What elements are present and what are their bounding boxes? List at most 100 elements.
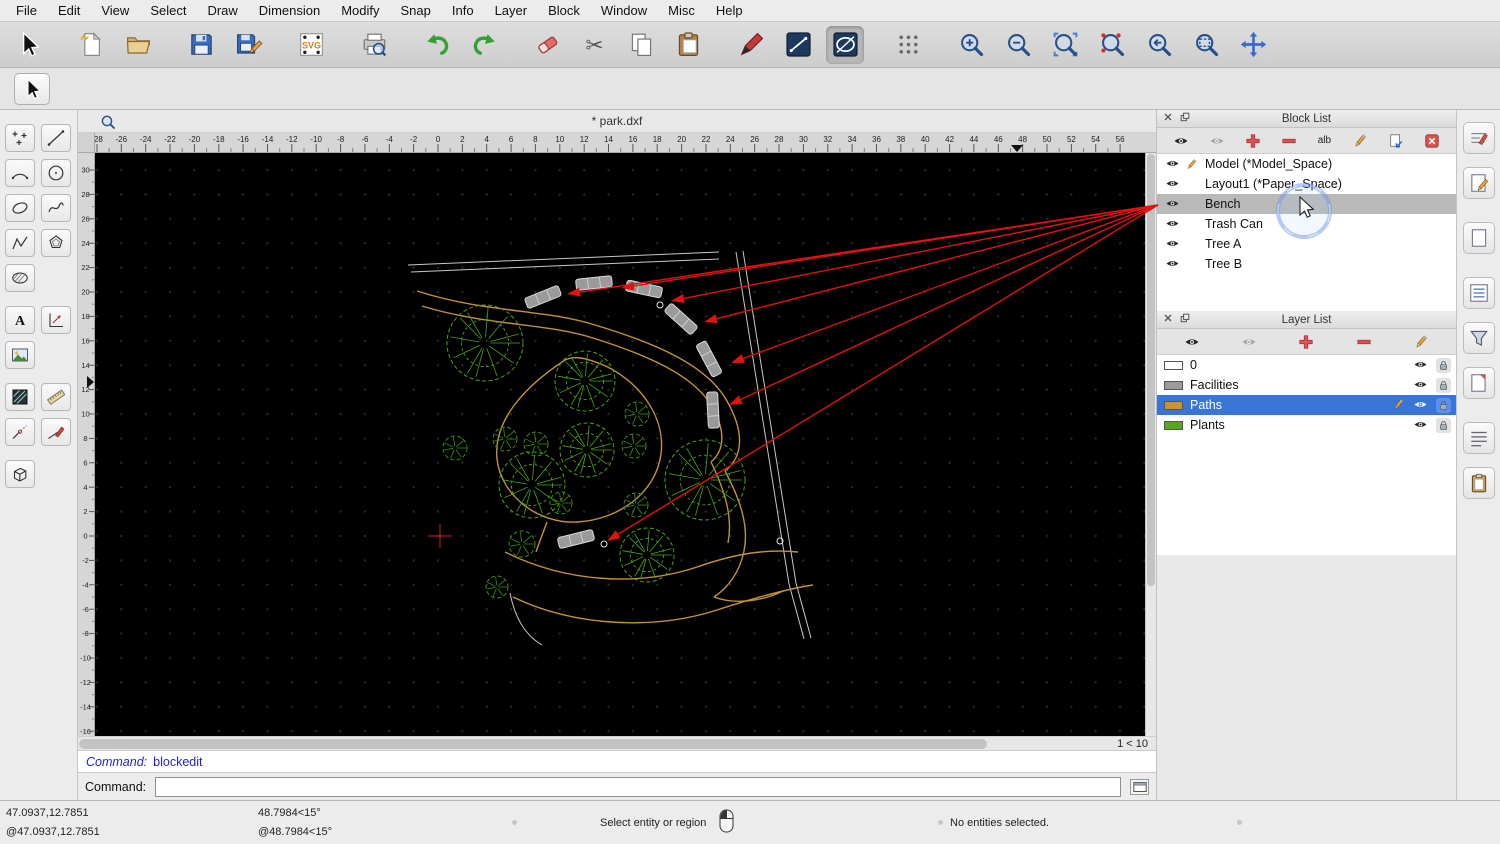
eye-icon[interactable] bbox=[1167, 131, 1195, 151]
points-tool-button[interactable] bbox=[5, 124, 35, 152]
redo-button[interactable] bbox=[465, 26, 503, 64]
selection-pointer-button[interactable] bbox=[14, 72, 50, 105]
print-preview-button[interactable] bbox=[355, 26, 393, 64]
vertical-scrollbar[interactable] bbox=[1145, 153, 1156, 736]
cut-button[interactable]: ✂ bbox=[575, 26, 613, 64]
layer-item-paths[interactable]: Paths bbox=[1157, 395, 1456, 415]
menu-file[interactable]: File bbox=[16, 3, 37, 18]
eye-icon[interactable] bbox=[1165, 218, 1182, 230]
plus-icon[interactable] bbox=[1292, 332, 1320, 352]
eye-icon[interactable] bbox=[1413, 419, 1429, 431]
eye-gray-icon[interactable] bbox=[1235, 332, 1263, 352]
delete-icon[interactable] bbox=[1418, 131, 1446, 151]
line-list-dock-button[interactable] bbox=[1462, 422, 1495, 454]
page-mark-dock-button[interactable] bbox=[1462, 367, 1495, 399]
menu-info[interactable]: Info bbox=[452, 3, 474, 18]
minus-icon[interactable] bbox=[1350, 332, 1378, 352]
lock-icon[interactable] bbox=[1436, 357, 1451, 373]
pencil-icon[interactable] bbox=[1407, 332, 1435, 352]
layer-item-facilities[interactable]: Facilities bbox=[1157, 375, 1456, 395]
menu-draw[interactable]: Draw bbox=[207, 3, 237, 18]
arc-tool-button[interactable] bbox=[5, 159, 35, 187]
eye-gray-icon[interactable] bbox=[1203, 131, 1231, 151]
line-attributes-button[interactable] bbox=[779, 26, 817, 64]
zoom-select-button[interactable] bbox=[1093, 26, 1131, 64]
close-panel-icon[interactable] bbox=[1163, 313, 1173, 326]
minus-icon[interactable] bbox=[1275, 131, 1303, 151]
eye-icon[interactable] bbox=[1165, 158, 1182, 170]
menu-misc[interactable]: Misc bbox=[668, 3, 695, 18]
polyline-tool-button[interactable] bbox=[5, 229, 35, 257]
eye-icon[interactable] bbox=[1413, 399, 1429, 411]
hatch-ellipse-tool-button[interactable] bbox=[5, 264, 35, 292]
lock-icon[interactable] bbox=[1436, 397, 1451, 413]
save-button[interactable] bbox=[182, 26, 220, 64]
paste-button[interactable] bbox=[669, 26, 707, 64]
cursor-button[interactable] bbox=[9, 26, 47, 64]
plus-icon[interactable] bbox=[1239, 131, 1267, 151]
divide-tool-button[interactable] bbox=[5, 418, 35, 446]
property-list-dock-button[interactable] bbox=[1462, 277, 1495, 309]
page-edit-dock-button[interactable] bbox=[1462, 167, 1495, 199]
line-tool-button[interactable] bbox=[41, 124, 71, 152]
text-tool-button[interactable]: A bbox=[5, 306, 35, 334]
undo-button[interactable] bbox=[418, 26, 456, 64]
insert-block-icon[interactable] bbox=[1382, 131, 1410, 151]
layer-item-0[interactable]: 0 bbox=[1157, 355, 1456, 375]
spline-tool-button[interactable] bbox=[41, 194, 71, 222]
menu-select[interactable]: Select bbox=[150, 3, 186, 18]
eye-icon[interactable] bbox=[1165, 238, 1182, 250]
pen-lines-dock-button[interactable] bbox=[1462, 122, 1495, 154]
block-list-item-layout1-paper-space[interactable]: Layout1 (*Paper_Space) bbox=[1157, 174, 1456, 194]
ellipse-tool-button[interactable] bbox=[5, 194, 35, 222]
command-input[interactable] bbox=[155, 776, 1121, 797]
alb-icon[interactable]: alb bbox=[1310, 131, 1338, 151]
hatch-tool-button[interactable] bbox=[5, 383, 35, 411]
eye-icon[interactable] bbox=[1165, 258, 1182, 270]
blank-page-dock-button[interactable] bbox=[1462, 222, 1495, 254]
menu-dimension[interactable]: Dimension bbox=[259, 3, 320, 18]
eraser-button[interactable] bbox=[528, 26, 566, 64]
menu-snap[interactable]: Snap bbox=[401, 3, 431, 18]
float-panel-icon[interactable] bbox=[1180, 112, 1190, 125]
block-list-item-trash-can[interactable]: Trash Can bbox=[1157, 214, 1456, 234]
redline-tool-button[interactable] bbox=[41, 418, 71, 446]
zoom-window-button[interactable] bbox=[1187, 26, 1225, 64]
float-panel-icon[interactable] bbox=[1180, 313, 1190, 326]
drawing-canvas[interactable] bbox=[95, 153, 1145, 736]
polygon-tool-button[interactable] bbox=[41, 229, 71, 257]
grid-button[interactable] bbox=[889, 26, 927, 64]
dimension-tool-button[interactable] bbox=[41, 306, 71, 334]
layer-item-plants[interactable]: Plants bbox=[1157, 415, 1456, 435]
eye-icon[interactable] bbox=[1165, 178, 1182, 190]
image-tool-button[interactable] bbox=[5, 341, 35, 369]
circle-tool-button[interactable] bbox=[41, 159, 71, 187]
block-list-item-model-model-space[interactable]: Model (*Model_Space) bbox=[1157, 154, 1456, 174]
zoom-out-button[interactable] bbox=[999, 26, 1037, 64]
zoom-previous-button[interactable] bbox=[1140, 26, 1178, 64]
close-panel-icon[interactable] bbox=[1163, 112, 1173, 125]
horizontal-scrollbar-thumb[interactable] bbox=[79, 738, 987, 749]
lock-icon[interactable] bbox=[1436, 377, 1451, 393]
zoom-auto-button[interactable] bbox=[1046, 26, 1084, 64]
menu-modify[interactable]: Modify bbox=[341, 3, 379, 18]
eye-icon[interactable] bbox=[1413, 359, 1429, 371]
detach-command-icon[interactable] bbox=[1130, 778, 1149, 795]
copy-button[interactable] bbox=[622, 26, 660, 64]
block-list-item-bench[interactable]: Bench bbox=[1157, 194, 1456, 214]
menu-layer[interactable]: Layer bbox=[495, 3, 528, 18]
measure-tool-button[interactable] bbox=[41, 383, 71, 411]
zoom-in-button[interactable] bbox=[952, 26, 990, 64]
eye-icon[interactable] bbox=[1178, 332, 1206, 352]
menu-help[interactable]: Help bbox=[716, 3, 743, 18]
pen-button[interactable] bbox=[732, 26, 770, 64]
block-list-item-tree-b[interactable]: Tree B bbox=[1157, 254, 1456, 274]
lock-icon[interactable] bbox=[1436, 417, 1451, 433]
pan-button[interactable] bbox=[1234, 26, 1272, 64]
open-folder-button[interactable] bbox=[119, 26, 157, 64]
new-file-button[interactable] bbox=[72, 26, 110, 64]
menu-view[interactable]: View bbox=[101, 3, 129, 18]
eye-icon[interactable] bbox=[1413, 379, 1429, 391]
filter-dock-button[interactable] bbox=[1462, 322, 1495, 354]
clipboard-dock-button[interactable] bbox=[1462, 467, 1495, 499]
